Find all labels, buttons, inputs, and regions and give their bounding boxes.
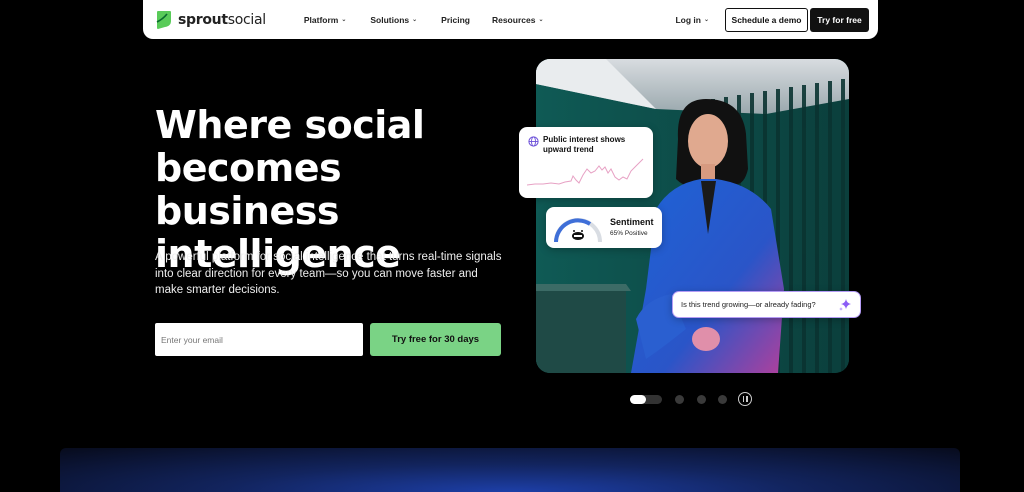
try-free-30-days-button[interactable]: Try free for 30 days [370,323,501,356]
page: sproutsocial Platform ⌄ Solutions ⌄ Pricin… [0,0,1024,492]
brand-name: sproutsocial [178,11,266,28]
ai-question-card: Is this trend growing—or already fading? [672,291,861,318]
email-input[interactable] [155,323,363,356]
top-navigation: sproutsocial Platform ⌄ Solutions ⌄ Pricin… [143,0,878,39]
nav-item-solutions[interactable]: Solutions ⌄ [370,15,417,25]
smile-icon [572,230,584,240]
sprout-logo-icon [156,10,171,29]
brand-logo[interactable]: sproutsocial [155,10,266,30]
nav-item-resources[interactable]: Resources ⌄ [492,15,544,25]
trend-card: Public interest shows upward trend [519,127,653,198]
hero-subtitle: A powerful platform for social intellige… [155,251,502,296]
next-section-preview [60,448,960,492]
schedule-demo-button[interactable]: Schedule a demo [725,7,808,32]
sparkle-icon [839,299,851,311]
carousel-dot-2[interactable] [675,395,684,404]
carousel-dot-3[interactable] [697,395,706,404]
sentiment-value: 65% Positive [610,230,648,237]
nav-links: Platform ⌄ Solutions ⌄ Pricing Resources ⌄ [304,15,544,25]
chevron-down-icon: ⌄ [412,17,418,23]
sentiment-gauge [554,218,602,243]
nav-actions: Log in ⌄ Schedule a demo Try for free [675,7,869,32]
try-free-button[interactable]: Try for free [810,7,869,32]
nav-item-platform[interactable]: Platform ⌄ [304,15,347,25]
chevron-down-icon: ⌄ [538,17,544,23]
sentiment-card: Sentiment 65% Positive [546,207,662,248]
nav-item-pricing[interactable]: Pricing [441,15,470,25]
carousel-dot-1[interactable] [630,395,662,404]
trend-card-text: Public interest shows upward trend [543,135,626,154]
carousel-controls [630,392,755,406]
chevron-down-icon: ⌄ [341,17,347,23]
login-link[interactable]: Log in ⌄ [675,15,709,25]
ai-question-text: Is this trend growing—or already fading? [681,300,816,309]
pause-icon[interactable] [738,392,752,406]
carousel-dot-4[interactable] [718,395,727,404]
sentiment-label: Sentiment [610,217,654,227]
globe-icon [528,136,539,147]
trend-sparkline [527,158,644,186]
chevron-down-icon: ⌄ [703,17,709,23]
